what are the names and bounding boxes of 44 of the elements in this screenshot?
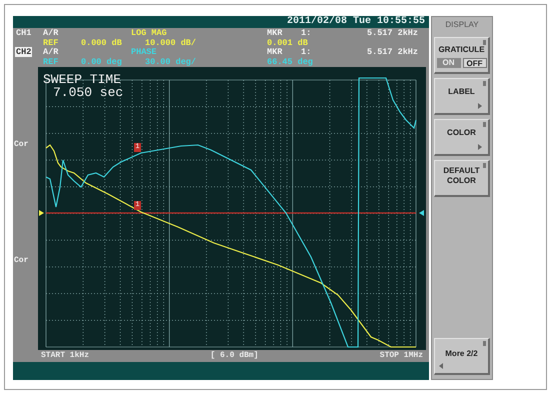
submenu-softkey[interactable]: COLOR [434, 119, 490, 156]
source-power: [ 6.0 dBm] [210, 350, 258, 362]
reference-pointer-icon [39, 210, 44, 216]
correction-label: Cor [14, 255, 30, 267]
reference-pointer-icon [419, 210, 424, 216]
format-label: LOG MAG [131, 29, 168, 38]
corner-arrow-icon [439, 363, 443, 369]
ref-label: REF [43, 38, 60, 48]
submenu-arrow-icon [478, 103, 482, 109]
start-frequency: START 1kHz [41, 350, 90, 362]
marker-label: MKR [267, 48, 284, 58]
ref-label: REF [43, 58, 60, 67]
key-indicator-icon [483, 81, 486, 86]
marker-label: MKR [267, 29, 284, 38]
sweep-time-value: 7.050 sec [52, 86, 124, 99]
parameter-label: A/R [43, 29, 60, 38]
date-time: 2011/02/08 Tue 10:55:55 [286, 16, 425, 28]
menu-title: DISPLAY [445, 19, 479, 31]
submenu-arrow-icon [478, 144, 482, 150]
marker-number: 1: [301, 29, 312, 38]
key-indicator-icon [483, 341, 486, 346]
scale-value: 10.000 dB/ [145, 38, 198, 48]
stop-frequency: STOP 1MHz [380, 350, 423, 362]
ref-value: 0.00 deg [81, 58, 123, 67]
ref-value: 0.000 dB [81, 38, 123, 48]
correction-label: Cor [14, 139, 30, 151]
channel-label[interactable]: CH2 [15, 47, 32, 57]
marker-frequency: 5.517 2kHz [367, 29, 418, 38]
scale-value: 30.00 deg/ [145, 58, 198, 67]
softkey-label: GRATICULE [438, 45, 485, 55]
toggle-option[interactable]: OFF [462, 58, 486, 68]
parameter-label: A/R [43, 48, 60, 58]
submenu-softkey[interactable]: LABEL [434, 78, 490, 115]
key-indicator-icon [483, 40, 486, 45]
key-indicator-icon [483, 163, 486, 168]
key-indicator-icon [483, 122, 486, 127]
marker-frequency: 5.517 2kHz [367, 48, 418, 58]
marker-number: 1: [301, 48, 312, 58]
softkey[interactable]: DEFAULT COLOR [434, 160, 490, 197]
sweep-time-title: SWEEP TIME [43, 73, 122, 86]
format-label: PHASE [131, 48, 158, 58]
marker-value: 66.45 deg [267, 58, 313, 67]
more-softkey[interactable]: More 2/2 [434, 338, 490, 375]
marker-value: 0.001 dB [267, 38, 308, 48]
